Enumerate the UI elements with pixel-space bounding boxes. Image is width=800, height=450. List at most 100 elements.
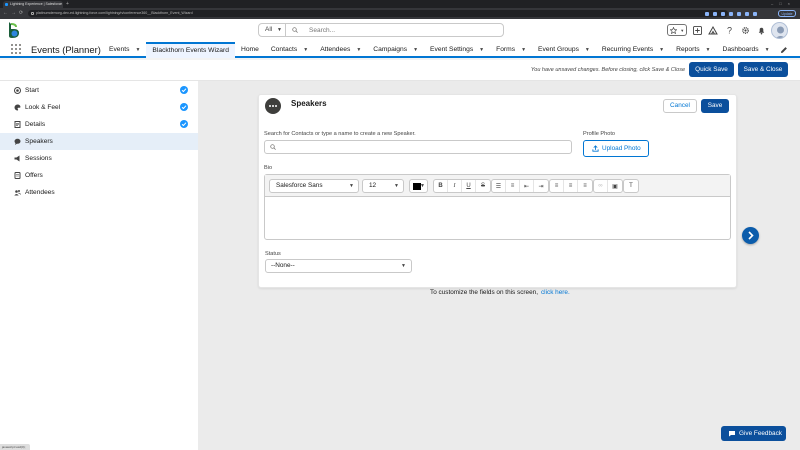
extension-icon[interactable] — [753, 11, 757, 16]
nav-item-label: Forms — [496, 46, 516, 53]
chevron-down-icon[interactable]: ▼ — [765, 47, 770, 53]
save-close-button[interactable]: Save & Close — [738, 62, 788, 77]
status-select[interactable]: --None-- ▼ — [265, 259, 412, 273]
upload-photo-button[interactable]: Upload Photo — [583, 140, 649, 157]
checkmark-icon — [180, 85, 188, 94]
step-sessions[interactable]: Sessions — [0, 150, 198, 167]
indent-decrease-icon[interactable]: ⇤ — [520, 180, 534, 192]
browser-update-button[interactable]: Update — [778, 10, 796, 17]
align-left-icon[interactable]: ≡ — [550, 180, 564, 192]
quick-save-button[interactable]: Quick Save — [689, 62, 734, 77]
nav-item-recurring-events[interactable]: Recurring Events ▼ — [596, 42, 670, 58]
blackthorn-logo-icon[interactable] — [7, 21, 21, 39]
nav-item-dashboards[interactable]: Dashboards ▼ — [717, 42, 776, 58]
header-utility-icons: ▼ ? — [667, 23, 770, 37]
nav-item-label: Event Settings — [430, 46, 474, 53]
bullet-list-icon[interactable]: ☰ — [492, 180, 506, 192]
customize-link[interactable]: click here. — [541, 289, 570, 296]
chevron-down-icon[interactable]: ▼ — [303, 47, 308, 53]
extension-icon[interactable] — [713, 11, 717, 16]
align-center-icon[interactable]: ≡ — [564, 180, 578, 192]
edit-nav-pencil-icon[interactable] — [780, 46, 788, 54]
upload-photo-label: Upload Photo — [602, 145, 641, 152]
bio-editor-body[interactable] — [265, 197, 730, 239]
underline-icon[interactable]: U — [462, 180, 476, 192]
help-icon[interactable]: ? — [722, 23, 736, 37]
step-details[interactable]: Details — [0, 116, 198, 133]
search-scope-select[interactable]: All ▼ — [259, 24, 286, 36]
text-color-button[interactable]: ▼ — [409, 179, 428, 193]
browser-status-bar: javascript:void(0); — [0, 444, 30, 450]
extension-icon[interactable] — [721, 11, 725, 16]
browser-nav-buttons[interactable]: ←→⟳ — [3, 8, 26, 19]
indent-increase-icon[interactable]: ⇥ — [534, 180, 548, 192]
nav-item-home[interactable]: Home — [235, 42, 265, 58]
chevron-down-icon[interactable]: ▼ — [706, 47, 711, 53]
font-family-select[interactable]: Salesforce Sans ▼ — [269, 179, 359, 193]
chevron-down-icon[interactable]: ▼ — [585, 47, 590, 53]
customize-text: To customize the fields on this screen, — [430, 289, 538, 296]
font-size-select[interactable]: 12 ▼ — [362, 179, 404, 193]
step-speakers[interactable]: Speakers — [0, 132, 198, 150]
global-search-input[interactable] — [309, 24, 499, 36]
search-icon — [270, 144, 276, 150]
details-icon — [14, 120, 21, 128]
chevron-down-icon[interactable]: ▼ — [479, 47, 484, 53]
extension-icons[interactable] — [705, 10, 757, 17]
nav-item-attendees[interactable]: Attendees ▼ — [314, 42, 367, 58]
step-look-feel[interactable]: Look & Feel — [0, 99, 198, 116]
step-label: Offers — [25, 171, 43, 179]
user-avatar[interactable] — [771, 22, 788, 39]
favorites-button[interactable]: ▼ — [667, 24, 687, 36]
setup-gear-icon[interactable] — [738, 23, 752, 37]
step-start[interactable]: Start — [0, 82, 198, 99]
new-tab-icon[interactable]: + — [66, 0, 69, 8]
app-launcher-icon[interactable] — [11, 44, 21, 54]
numbered-list-icon[interactable]: ≡ — [506, 180, 520, 192]
search-contacts-input[interactable] — [264, 140, 572, 154]
nav-item-label: Reports — [676, 46, 700, 53]
give-feedback-button[interactable]: Give Feedback — [721, 426, 786, 441]
cancel-button[interactable]: Cancel — [663, 99, 697, 113]
italic-icon[interactable]: I — [448, 180, 462, 192]
url-bar[interactable]: platinumdemorg-dev-ed.lightning.force.co… — [28, 10, 728, 17]
nav-item-contacts[interactable]: Contacts ▼ — [265, 42, 314, 58]
chevron-down-icon[interactable]: ▼ — [135, 47, 140, 53]
bold-icon[interactable]: B — [434, 180, 448, 192]
extension-icon[interactable] — [745, 11, 749, 16]
tab-close-icon[interactable]: × — [59, 1, 61, 8]
align-right-icon[interactable]: ≡ — [578, 180, 592, 192]
save-button[interactable]: Save — [701, 99, 729, 113]
step-attendees[interactable]: Attendees — [0, 184, 198, 201]
global-actions-plus-icon[interactable] — [690, 23, 704, 37]
chevron-down-icon[interactable]: ▼ — [521, 47, 526, 53]
nav-item-campaigns[interactable]: Campaigns ▼ — [367, 42, 424, 58]
step-offers[interactable]: Offers — [0, 167, 198, 184]
nav-item-forms[interactable]: Forms ▼ — [490, 42, 532, 58]
profile-photo-label: Profile Photo — [583, 131, 616, 137]
nav-item-reports[interactable]: Reports ▼ — [670, 42, 716, 58]
chevron-down-icon[interactable]: ▼ — [659, 47, 664, 53]
clear-formatting-icon[interactable]: T — [624, 180, 638, 192]
chevron-down-icon[interactable]: ▼ — [413, 47, 418, 53]
chevron-down-icon[interactable]: ▼ — [356, 47, 361, 53]
trailhead-icon[interactable] — [706, 23, 720, 37]
next-step-button[interactable] — [742, 227, 759, 244]
window-controls[interactable]: –□× — [771, 0, 796, 8]
extension-icon[interactable] — [705, 11, 709, 16]
extension-icon[interactable] — [737, 11, 741, 16]
strikethrough-icon[interactable]: S — [476, 180, 490, 192]
nav-item-blackthorn-events-wizard[interactable]: Blackthorn Events Wizard — [146, 42, 235, 58]
browser-tab[interactable]: Lightning Experience | Salesforce × — [3, 1, 63, 8]
nav-item-label: Blackthorn Events Wizard — [152, 47, 229, 54]
search-contacts-label: Search for Contacts or type a name to cr… — [264, 131, 416, 137]
notifications-bell-icon[interactable] — [754, 23, 768, 37]
image-icon[interactable]: ▣ — [608, 180, 622, 192]
link-icon[interactable]: ∞ — [594, 180, 608, 192]
extension-icon[interactable] — [729, 11, 733, 16]
nav-item-event-settings[interactable]: Event Settings ▼ — [424, 42, 490, 58]
nav-item-label: Home — [240, 46, 259, 53]
nav-item-events[interactable]: Events ▼ — [103, 42, 146, 58]
svg-text:?: ? — [726, 26, 731, 35]
nav-item-event-groups[interactable]: Event Groups ▼ — [532, 42, 596, 58]
